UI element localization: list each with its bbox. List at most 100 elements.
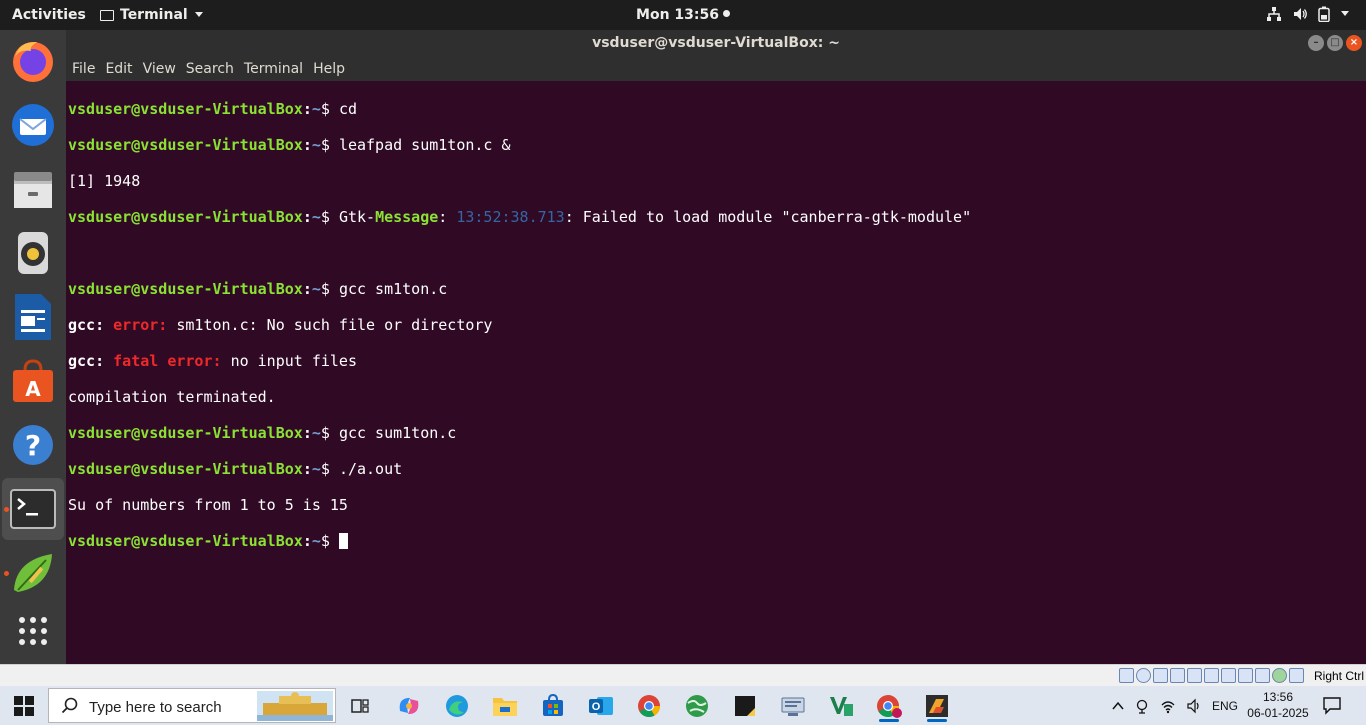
taskbar-virtualbox[interactable] — [917, 690, 957, 722]
taskbar-file-explorer[interactable] — [485, 690, 525, 722]
app-grid-icon — [19, 617, 47, 645]
language-indicator[interactable]: ENG — [1212, 699, 1238, 713]
menu-terminal[interactable]: Terminal — [244, 61, 303, 77]
search-icon — [61, 697, 78, 714]
terminal-line: gcc: fatal error: no input files — [68, 352, 357, 370]
terminal-line: vsduser@vsduser-VirtualBox:~$ ./a.out — [68, 460, 403, 478]
taskbar-network-app[interactable] — [773, 690, 813, 722]
dock-terminal[interactable] — [2, 478, 64, 540]
terminal-line: gcc: error: sm1ton.c: No such file or di… — [68, 316, 493, 334]
terminal-line: vsduser@vsduser-VirtualBox:~$ — [68, 532, 1366, 550]
menu-edit[interactable]: Edit — [105, 61, 132, 77]
taskbar-globe-app[interactable] — [677, 690, 717, 722]
taskbar-task-view[interactable] — [340, 690, 380, 722]
svg-text:A: A — [25, 377, 41, 401]
windows-system-tray: ENG — [1112, 686, 1238, 725]
dock-show-apps[interactable] — [2, 600, 64, 662]
close-button[interactable]: × — [1346, 35, 1362, 51]
taskbar-visual-studio[interactable] — [821, 690, 861, 722]
notification-icon — [1323, 697, 1341, 715]
dock-help[interactable]: ? — [2, 414, 64, 476]
menu-help[interactable]: Help — [313, 61, 345, 77]
location-icon[interactable] — [1134, 698, 1150, 714]
menu-search[interactable]: Search — [186, 61, 234, 77]
svg-text:?: ? — [25, 429, 41, 462]
terminal-cursor — [338, 533, 348, 549]
store-icon — [543, 694, 563, 716]
taskbar-store[interactable] — [533, 690, 573, 722]
cpu-icon[interactable] — [1255, 668, 1270, 683]
terminal-line: vsduser@vsduser-VirtualBox:~$ gcc sum1to… — [68, 424, 457, 442]
taskbar-copilot[interactable] — [389, 690, 429, 722]
menu-view[interactable]: View — [143, 61, 176, 77]
help-icon: ? — [13, 425, 53, 465]
window-title: vsduser@vsduser-VirtualBox: ~ — [592, 35, 840, 51]
virtualbox-status-bar: Right Ctrl — [0, 664, 1366, 686]
taskbar-clock[interactable]: 13:56 06-01-2025 — [1244, 689, 1312, 721]
speaker-icon[interactable] — [1186, 698, 1202, 714]
optical-drive-icon[interactable] — [1136, 668, 1151, 683]
mouse-integration-icon[interactable] — [1289, 668, 1304, 683]
svg-text:O: O — [592, 701, 601, 713]
terminal-line: vsduser@vsduser-VirtualBox:~$ Gtk-Messag… — [68, 208, 972, 226]
virtualbox-device-icons — [1119, 668, 1304, 683]
clock[interactable]: Mon 13:56 — [0, 7, 1366, 23]
battery-icon — [1318, 6, 1330, 22]
dock-firefox[interactable] — [2, 30, 64, 92]
edge-icon — [446, 695, 468, 717]
display-icon[interactable] — [1221, 668, 1236, 683]
files-icon — [14, 172, 52, 208]
windows-logo-icon — [14, 696, 23, 705]
firefox-icon — [13, 41, 53, 82]
dock-thunderbird[interactable] — [2, 94, 64, 156]
taskbar-outlook[interactable]: O — [581, 690, 621, 722]
start-button[interactable] — [14, 696, 34, 716]
vs-icon — [830, 697, 853, 716]
maximize-button[interactable]: □ — [1327, 35, 1343, 51]
terminal-line: compilation terminated. — [68, 388, 276, 406]
menu-file[interactable]: File — [72, 61, 95, 77]
globe-icon — [686, 695, 708, 717]
terminal-line: vsduser@vsduser-VirtualBox:~$ cd — [68, 100, 357, 118]
terminal-window-header: vsduser@vsduser-VirtualBox: ~ – □ × File… — [66, 30, 1366, 81]
window-controls: – □ × — [1308, 35, 1362, 51]
dock-leafpad[interactable] — [2, 542, 64, 604]
chevron-up-icon[interactable] — [1112, 701, 1124, 711]
minimize-icon: – — [1313, 37, 1319, 48]
dock-files[interactable] — [2, 158, 64, 220]
network-adapter-icon[interactable] — [1170, 668, 1185, 683]
taskbar-chrome-profile[interactable] — [869, 690, 909, 722]
search-highlight-image — [257, 691, 333, 721]
minimize-button[interactable]: – — [1308, 35, 1324, 51]
taskbar-sticky-notes[interactable] — [725, 690, 765, 722]
file-explorer-icon — [493, 698, 517, 716]
dock-rhythmbox[interactable] — [2, 222, 64, 284]
system-tray[interactable] — [1266, 6, 1350, 22]
notification-center-button[interactable] — [1322, 695, 1342, 720]
outlook-icon: O — [589, 697, 613, 715]
taskbar-chrome[interactable] — [629, 690, 669, 722]
maximize-icon: □ — [1330, 37, 1340, 48]
hard-disk-icon[interactable] — [1119, 668, 1134, 683]
usb-icon[interactable] — [1187, 668, 1202, 683]
guest-additions-icon[interactable] — [1272, 668, 1287, 683]
taskbar-date: 06-01-2025 — [1247, 706, 1309, 720]
taskbar-search[interactable]: Type here to search — [48, 688, 336, 723]
dock-software[interactable]: A — [2, 350, 64, 412]
terminal-icon — [10, 489, 56, 529]
recording-icon[interactable] — [1238, 668, 1253, 683]
rhythmbox-icon — [18, 232, 48, 274]
writer-icon — [15, 294, 51, 340]
task-view-icon — [351, 699, 369, 713]
terminal-output[interactable]: vsduser@vsduser-VirtualBox:~$ cd vsduser… — [66, 81, 1366, 664]
wifi-icon[interactable] — [1160, 698, 1176, 714]
shared-folders-icon[interactable] — [1204, 668, 1219, 683]
audio-icon[interactable] — [1153, 668, 1168, 683]
thunderbird-icon — [12, 104, 54, 146]
dock-writer[interactable] — [2, 286, 64, 348]
taskbar-edge[interactable] — [437, 690, 477, 722]
terminal-line: Su of numbers from 1 to 5 is 15 — [68, 496, 348, 514]
clock-label: Mon 13:56 — [636, 7, 719, 23]
menu-bar: File Edit View Search Terminal Help — [72, 61, 355, 77]
